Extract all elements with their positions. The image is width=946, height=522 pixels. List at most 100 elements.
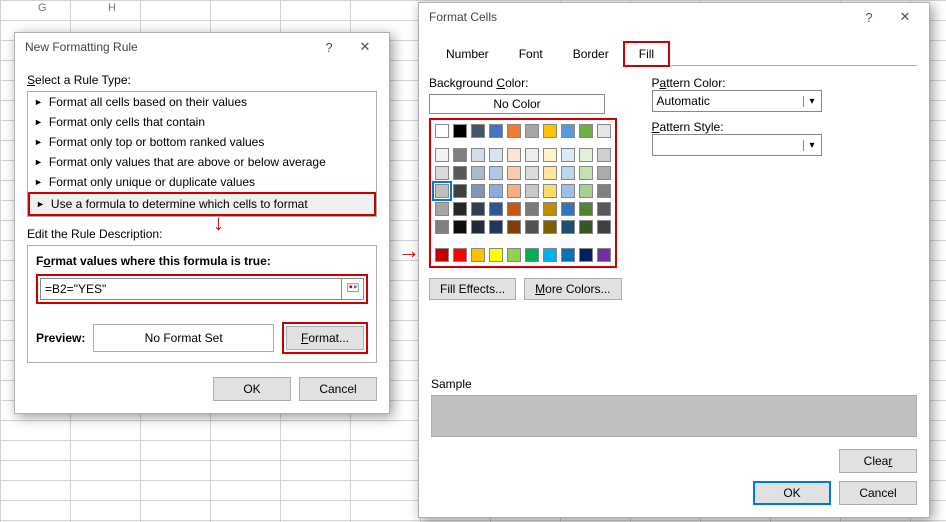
pattern-color-combo[interactable]: Automatic ▾ [652, 90, 822, 112]
color-swatch[interactable] [435, 220, 449, 234]
color-swatch[interactable] [489, 202, 503, 216]
color-swatch[interactable] [525, 166, 539, 180]
help-button[interactable]: ? [311, 33, 347, 61]
color-swatch[interactable] [453, 202, 467, 216]
color-swatch[interactable] [561, 248, 575, 262]
color-swatch[interactable] [471, 166, 485, 180]
color-swatch[interactable] [579, 184, 593, 198]
more-colors-button[interactable]: More Colors... [524, 278, 621, 300]
color-swatch[interactable] [561, 184, 575, 198]
color-swatch[interactable] [435, 148, 449, 162]
pattern-style-combo[interactable]: ▾ [652, 134, 822, 156]
color-swatch[interactable] [579, 220, 593, 234]
color-swatch[interactable] [597, 202, 611, 216]
tab-fill[interactable]: Fill [624, 42, 669, 66]
color-swatch[interactable] [471, 248, 485, 262]
color-swatch[interactable] [507, 184, 521, 198]
help-button[interactable]: ? [851, 3, 887, 31]
color-swatch[interactable] [489, 148, 503, 162]
color-swatch[interactable] [507, 166, 521, 180]
color-swatch[interactable] [489, 124, 503, 138]
color-swatch[interactable] [543, 220, 557, 234]
color-swatch[interactable] [435, 166, 449, 180]
color-swatch[interactable] [543, 124, 557, 138]
rule-type-option[interactable]: ►Format only values that are above or be… [28, 152, 376, 172]
color-swatch[interactable] [471, 202, 485, 216]
fill-effects-button[interactable]: Fill Effects... [429, 278, 516, 300]
rule-type-option[interactable]: ►Format all cells based on their values [28, 92, 376, 112]
color-swatch[interactable] [525, 148, 539, 162]
formula-field[interactable] [41, 282, 341, 296]
dialog1-titlebar[interactable]: New Formatting Rule ? ✕ [15, 33, 389, 61]
color-swatch[interactable] [597, 184, 611, 198]
rule-type-option-selected[interactable]: ►Use a formula to determine which cells … [28, 192, 376, 216]
no-color-button[interactable]: No Color [429, 94, 605, 114]
color-swatch[interactable] [525, 184, 539, 198]
clear-button[interactable]: Clear [839, 449, 917, 473]
color-swatch[interactable] [543, 166, 557, 180]
color-swatch[interactable] [597, 220, 611, 234]
color-swatch[interactable] [453, 184, 467, 198]
color-swatch[interactable] [453, 166, 467, 180]
close-button[interactable]: ✕ [347, 33, 383, 61]
color-swatch[interactable] [579, 248, 593, 262]
color-swatch[interactable] [597, 248, 611, 262]
rule-type-option[interactable]: ►Format only cells that contain [28, 112, 376, 132]
color-swatch[interactable] [543, 202, 557, 216]
color-swatch[interactable] [543, 184, 557, 198]
color-swatch[interactable] [525, 248, 539, 262]
tab-number[interactable]: Number [431, 42, 504, 66]
color-swatch[interactable] [435, 184, 449, 198]
tab-border[interactable]: Border [558, 42, 624, 66]
cancel-button[interactable]: Cancel [299, 377, 377, 401]
color-swatch[interactable] [453, 220, 467, 234]
color-swatch[interactable] [507, 124, 521, 138]
color-swatch[interactable] [507, 220, 521, 234]
color-swatch[interactable] [471, 124, 485, 138]
color-swatch[interactable] [471, 184, 485, 198]
rule-type-list[interactable]: ►Format all cells based on their values … [27, 91, 377, 217]
color-swatch[interactable] [507, 202, 521, 216]
ok-button[interactable]: OK [753, 481, 831, 505]
close-button[interactable]: ✕ [887, 3, 923, 31]
color-swatch[interactable] [579, 148, 593, 162]
tab-font[interactable]: Font [504, 42, 558, 66]
color-swatch[interactable] [435, 124, 449, 138]
color-swatch[interactable] [579, 202, 593, 216]
color-swatch[interactable] [489, 248, 503, 262]
color-swatch[interactable] [489, 184, 503, 198]
format-button[interactable]: Format... [286, 326, 364, 350]
color-swatch[interactable] [471, 220, 485, 234]
color-swatch[interactable] [507, 248, 521, 262]
color-swatch[interactable] [507, 148, 521, 162]
color-swatch[interactable] [561, 202, 575, 216]
color-swatch[interactable] [597, 148, 611, 162]
color-swatch[interactable] [561, 166, 575, 180]
color-swatch[interactable] [525, 124, 539, 138]
color-swatch[interactable] [471, 148, 485, 162]
cancel-button[interactable]: Cancel [839, 481, 917, 505]
color-swatch[interactable] [543, 248, 557, 262]
color-swatch[interactable] [561, 124, 575, 138]
dialog2-titlebar[interactable]: Format Cells ? ✕ [419, 3, 929, 31]
color-swatch[interactable] [453, 124, 467, 138]
color-swatch[interactable] [453, 148, 467, 162]
color-swatch[interactable] [561, 148, 575, 162]
color-swatch[interactable] [561, 220, 575, 234]
color-swatch[interactable] [597, 124, 611, 138]
color-swatch[interactable] [525, 220, 539, 234]
color-swatch[interactable] [435, 248, 449, 262]
rule-type-option[interactable]: ►Format only top or bottom ranked values [28, 132, 376, 152]
ok-button[interactable]: OK [213, 377, 291, 401]
color-swatch[interactable] [489, 166, 503, 180]
color-swatch[interactable] [489, 220, 503, 234]
rule-type-option[interactable]: ►Format only unique or duplicate values [28, 172, 376, 192]
color-swatch[interactable] [579, 166, 593, 180]
color-swatch[interactable] [525, 202, 539, 216]
color-swatch[interactable] [597, 166, 611, 180]
color-swatch[interactable] [579, 124, 593, 138]
range-picker-button[interactable] [341, 279, 363, 299]
color-swatch[interactable] [453, 248, 467, 262]
color-swatch[interactable] [435, 202, 449, 216]
color-swatch[interactable] [543, 148, 557, 162]
